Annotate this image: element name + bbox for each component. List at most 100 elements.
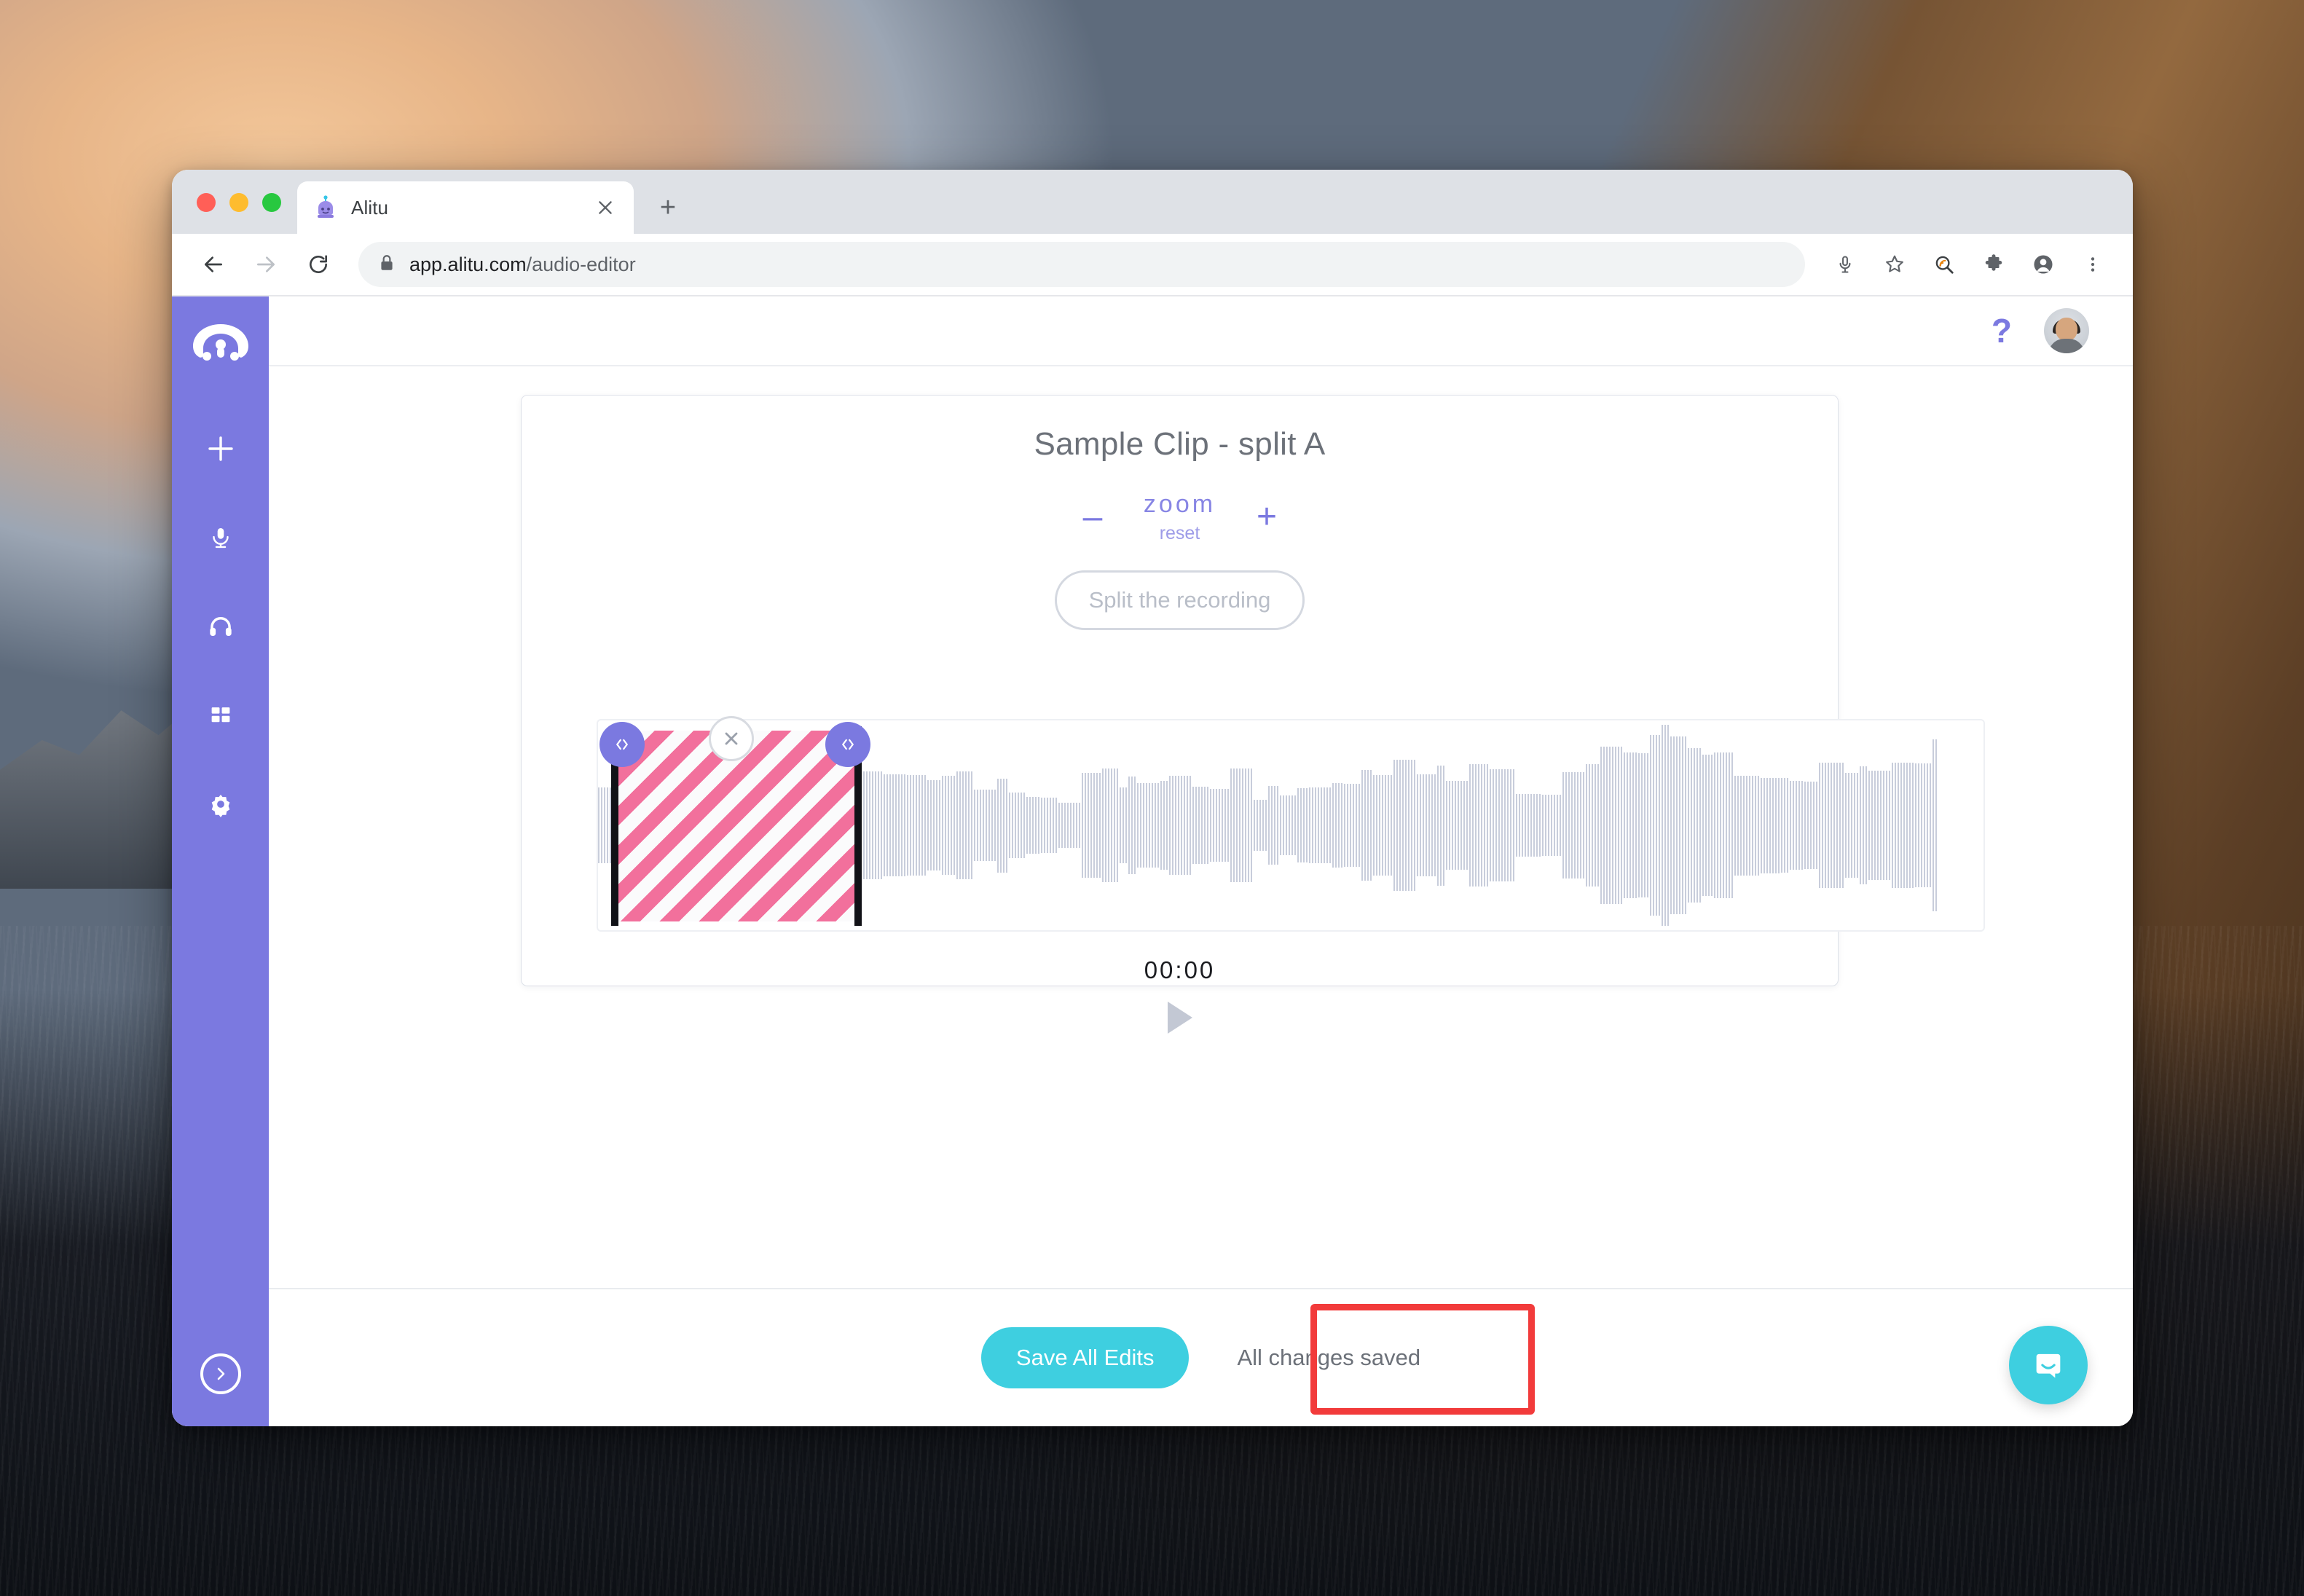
waveform-bar [875, 771, 876, 879]
extensions-puzzle-icon[interactable] [1973, 243, 2015, 286]
waveform-bar [1073, 802, 1074, 849]
waveform-bar [1306, 788, 1308, 862]
sidebar-item-dashboard[interactable] [189, 684, 252, 747]
waveform-bar [1192, 786, 1194, 865]
waveform-bar [884, 774, 885, 876]
zoom-reset-button[interactable]: reset [1144, 523, 1216, 544]
address-bar[interactable]: app.alitu.com/audio-editor [358, 242, 1805, 287]
rss-search-icon[interactable] [1923, 243, 1965, 286]
selection-right-handle-icon[interactable] [825, 722, 870, 767]
waveform-bar [1892, 763, 1893, 888]
waveform-bar [1058, 802, 1060, 849]
sidebar-item-settings[interactable] [189, 773, 252, 836]
waveform-bar [1440, 765, 1442, 886]
user-avatar[interactable] [2044, 308, 2089, 353]
waveform-bar [1522, 794, 1523, 857]
waveform-bar [1551, 795, 1552, 856]
waveform-bar [601, 787, 602, 864]
chrome-menu-icon[interactable] [2072, 243, 2114, 286]
new-tab-button[interactable]: + [648, 188, 688, 227]
question-mark-icon[interactable]: ? [1992, 314, 2012, 347]
waveform-bar [1245, 768, 1246, 883]
waveform-bar [1525, 794, 1526, 857]
waveform-bar [1064, 802, 1066, 849]
save-all-edits-button[interactable]: Save All Edits [980, 1327, 1190, 1388]
waveform-bar [1338, 782, 1340, 868]
robot-favicon-icon [313, 195, 338, 220]
waveform-bar [980, 790, 981, 861]
sidebar-item-add-new[interactable] [189, 417, 252, 480]
microphone-icon[interactable] [1824, 243, 1866, 286]
close-icon[interactable] [593, 195, 618, 220]
waveform-bar [1886, 770, 1887, 881]
waveform-bar [1766, 777, 1768, 873]
waveform-bar [1140, 783, 1141, 868]
waveform-bar [1772, 777, 1774, 873]
waveform-bar [939, 780, 940, 870]
selection-close-icon[interactable] [709, 716, 754, 761]
waveform-bar [1280, 795, 1281, 856]
waveform-bar [1854, 772, 1855, 878]
reload-icon[interactable] [296, 242, 341, 287]
waveform-bar [1050, 797, 1051, 854]
waveform-bar [886, 774, 888, 876]
waveform-bar [1557, 795, 1558, 856]
waveform-bar [1268, 786, 1270, 865]
waveform-bar [598, 787, 599, 864]
sidebar-item-record[interactable] [189, 506, 252, 569]
waveform-bar [1507, 769, 1509, 881]
waveform-bar [881, 771, 882, 879]
waveform-container[interactable] [597, 716, 1985, 932]
selection-left-handle-icon[interactable] [599, 722, 645, 767]
waveform-bar [959, 771, 961, 880]
alitu-logo-icon[interactable] [189, 321, 252, 366]
intercom-chat-icon[interactable] [2009, 1326, 2088, 1404]
waveform-bar [1347, 784, 1348, 867]
waveform-bar [1324, 787, 1325, 863]
waveform-bar [1300, 788, 1302, 862]
window-close-button[interactable] [197, 193, 216, 212]
waveform-bar [1691, 748, 1692, 903]
waveform-bar [1408, 760, 1409, 891]
back-arrow-icon[interactable] [191, 242, 236, 287]
split-recording-button[interactable]: Split the recording [1054, 570, 1305, 630]
sidebar-expand-button[interactable] [200, 1353, 241, 1394]
editor-workspace: Sample Clip - split A – zoom reset + Spl… [269, 366, 2133, 1288]
waveform-bar [1195, 786, 1197, 865]
waveform-bar [1134, 777, 1136, 874]
play-icon[interactable] [1167, 1002, 1192, 1034]
waveform-bar [1851, 772, 1852, 878]
waveform-bar [1108, 768, 1109, 883]
waveform-bar [1271, 786, 1273, 865]
waveform-bar [1871, 770, 1873, 881]
waveform-bar [1428, 774, 1430, 877]
waveform-bar [1627, 752, 1628, 899]
waveform-bar [1289, 795, 1290, 856]
waveform-bar [1079, 802, 1080, 849]
waveform-bar [1644, 753, 1646, 897]
window-maximize-button[interactable] [262, 193, 281, 212]
waveform-bar [1504, 769, 1506, 881]
waveform-bar [1755, 775, 1756, 876]
waveform-bar [1493, 769, 1494, 881]
waveform-bar [1163, 781, 1165, 870]
waveform-bar [1466, 780, 1468, 870]
waveform-bar [1099, 773, 1101, 878]
waveform-bar [1650, 735, 1651, 916]
waveform-bar [1055, 797, 1057, 854]
window-minimize-button[interactable] [229, 193, 248, 212]
waveform-bar [1219, 789, 1220, 862]
zoom-out-button[interactable]: – [1075, 500, 1110, 535]
profile-avatar-icon[interactable] [2022, 243, 2064, 286]
bookmark-star-icon[interactable] [1874, 243, 1916, 286]
waveform-bar [1586, 764, 1587, 887]
sidebar-item-episodes[interactable] [189, 595, 252, 658]
zoom-in-button[interactable]: + [1249, 500, 1284, 535]
waveform-bar [1291, 795, 1293, 856]
waveform-bar [1315, 787, 1316, 863]
waveform-bar [1181, 775, 1182, 876]
browser-tab[interactable]: Alitu [297, 181, 634, 234]
waveform-bar [1787, 777, 1788, 873]
zoom-label: zoom [1143, 490, 1216, 518]
forward-arrow-icon[interactable] [243, 242, 288, 287]
